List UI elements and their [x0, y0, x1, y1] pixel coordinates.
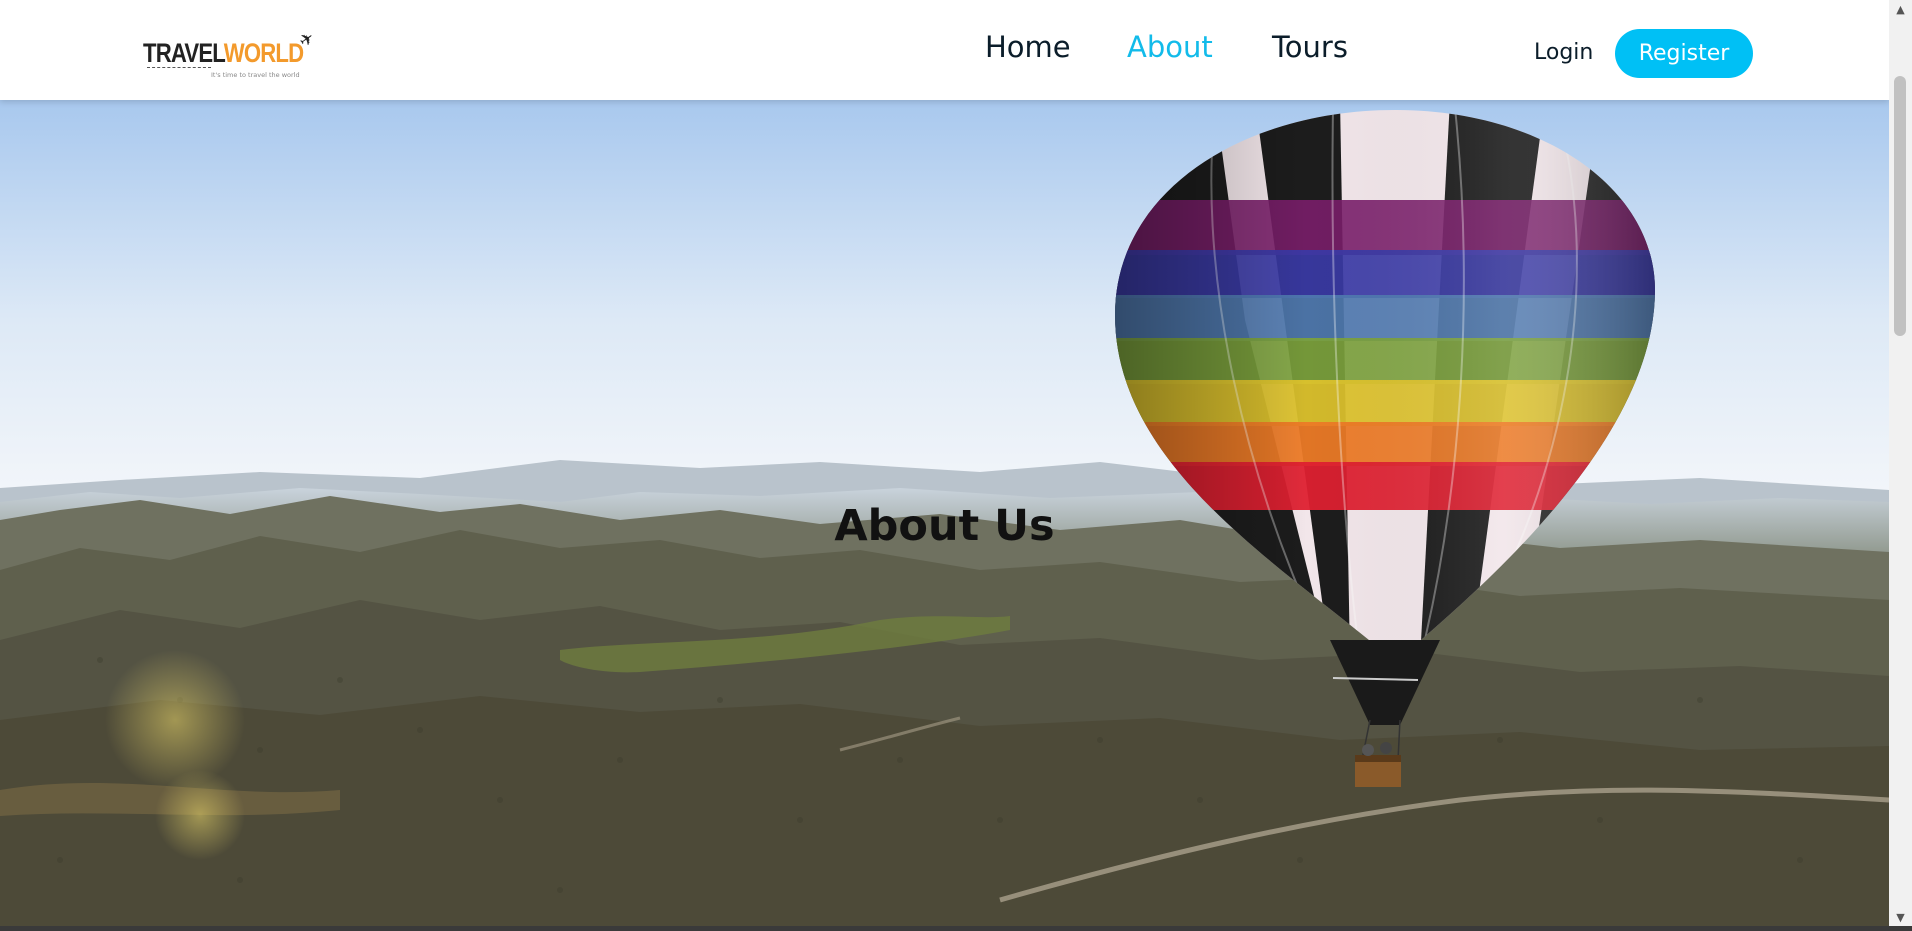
vertical-scrollbar[interactable]: ▲ ▼	[1889, 0, 1912, 926]
nav-tours-link[interactable]: Tours	[1272, 30, 1348, 64]
scroll-up-arrow-icon[interactable]: ▲	[1889, 0, 1912, 18]
nav-about-link[interactable]: About	[1127, 30, 1213, 64]
travelworld-logo[interactable]: TRAVELWORLD It's time to travel the worl…	[143, 28, 323, 84]
scrollbar-thumb[interactable]	[1894, 76, 1906, 336]
register-button[interactable]: Register	[1615, 29, 1753, 78]
login-button[interactable]: Login	[1534, 40, 1593, 65]
logo-dashed-path	[147, 67, 211, 68]
logo-wordmark: TRAVELWORLD	[143, 38, 304, 68]
hero-banner: About Us	[0, 100, 1889, 926]
window-bottom-edge	[0, 926, 1912, 931]
nav-home-link[interactable]: Home	[985, 30, 1071, 64]
scroll-down-arrow-icon[interactable]: ▼	[1889, 908, 1912, 926]
site-header: TRAVELWORLD It's time to travel the worl…	[0, 0, 1889, 100]
browser-viewport: TRAVELWORLD It's time to travel the worl…	[0, 0, 1889, 926]
page-title: About Us	[834, 500, 1055, 551]
logo-tagline: It's time to travel the world	[211, 71, 300, 79]
